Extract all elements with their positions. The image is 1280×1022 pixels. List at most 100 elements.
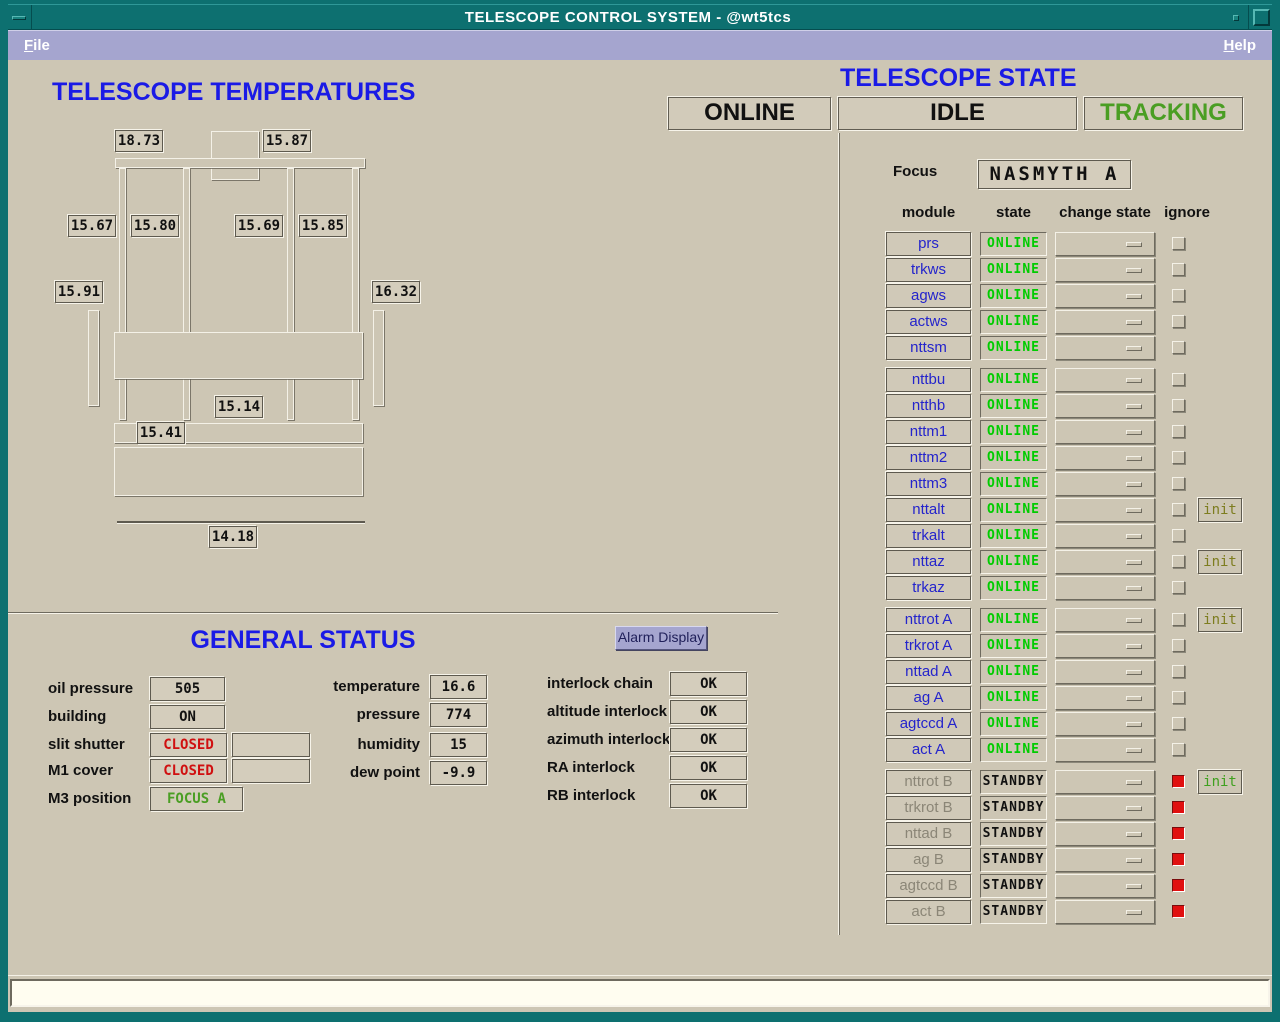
module-row: prs ONLINE xyxy=(8,232,1272,256)
module-button[interactable]: nttalt xyxy=(886,498,971,522)
ignore-checkbox[interactable] xyxy=(1172,503,1185,516)
ignore-checkbox[interactable] xyxy=(1172,555,1185,568)
module-state: ONLINE xyxy=(980,284,1047,308)
module-row: agtccd B STANDBY xyxy=(8,874,1272,898)
ignore-checkbox[interactable] xyxy=(1172,425,1185,438)
change-state-dropdown[interactable] xyxy=(1055,900,1155,924)
ignore-checkbox[interactable] xyxy=(1172,315,1185,328)
change-state-dropdown[interactable] xyxy=(1055,336,1155,360)
statusbar xyxy=(8,975,1272,1012)
message-field[interactable] xyxy=(10,979,1270,1007)
ignore-checkbox[interactable] xyxy=(1172,399,1185,412)
state-online-button[interactable]: ONLINE xyxy=(668,97,831,130)
module-button[interactable]: trkws xyxy=(886,258,971,282)
module-button[interactable]: nttbu xyxy=(886,368,971,392)
module-button[interactable]: agtccd B xyxy=(886,874,971,898)
ignore-checkbox[interactable] xyxy=(1172,373,1185,386)
dropdown-dash-icon xyxy=(1126,586,1142,591)
temperatures-title: TELESCOPE TEMPERATURES xyxy=(52,78,415,107)
status-label: altitude interlock xyxy=(547,700,667,724)
status-label: azimuth interlock xyxy=(547,728,670,752)
module-state: STANDBY xyxy=(980,874,1047,898)
module-state: ONLINE xyxy=(980,608,1047,632)
ignore-checkbox[interactable] xyxy=(1172,451,1185,464)
change-state-dropdown[interactable] xyxy=(1055,608,1155,632)
module-button[interactable]: nttaz xyxy=(886,550,971,574)
module-row: agws ONLINE xyxy=(8,284,1272,308)
module-button[interactable]: ag B xyxy=(886,848,971,872)
horizontal-separator xyxy=(8,612,778,614)
module-button[interactable]: nttm1 xyxy=(886,420,971,444)
change-state-dropdown[interactable] xyxy=(1055,822,1155,846)
ignore-checkbox[interactable] xyxy=(1172,827,1185,840)
module-state: ONLINE xyxy=(980,394,1047,418)
module-button[interactable]: ntthb xyxy=(886,394,971,418)
module-button[interactable]: trkaz xyxy=(886,576,971,600)
window-menu-button[interactable] xyxy=(8,5,32,29)
ignore-checkbox[interactable] xyxy=(1172,613,1185,626)
ignore-checkbox[interactable] xyxy=(1172,341,1185,354)
module-button[interactable]: agws xyxy=(886,284,971,308)
module-button[interactable]: nttad B xyxy=(886,822,971,846)
ignore-checkbox[interactable] xyxy=(1172,905,1185,918)
change-state-dropdown[interactable] xyxy=(1055,284,1155,308)
file-menu[interactable]: File xyxy=(14,31,60,61)
module-button[interactable]: nttsm xyxy=(886,336,971,360)
module-state: ONLINE xyxy=(980,446,1047,470)
module-button[interactable]: act B xyxy=(886,900,971,924)
change-state-dropdown[interactable] xyxy=(1055,232,1155,256)
state-tracking-button[interactable]: TRACKING xyxy=(1084,97,1243,130)
ignore-checkbox[interactable] xyxy=(1172,289,1185,302)
module-row: nttad B STANDBY xyxy=(8,822,1272,846)
module-button[interactable]: trkalt xyxy=(886,524,971,548)
module-button[interactable]: actws xyxy=(886,310,971,334)
alarm-display-button[interactable]: Alarm Display xyxy=(615,626,707,650)
change-state-dropdown[interactable] xyxy=(1055,394,1155,418)
dropdown-dash-icon xyxy=(1126,508,1142,513)
ignore-checkbox[interactable] xyxy=(1172,477,1185,490)
module-button[interactable]: nttrot A xyxy=(886,608,971,632)
status-row: RA interlock OK xyxy=(8,756,1272,780)
ignore-checkbox[interactable] xyxy=(1172,529,1185,542)
status-row: RB interlock OK xyxy=(8,784,1272,808)
module-state: ONLINE xyxy=(980,336,1047,360)
change-state-dropdown[interactable] xyxy=(1055,472,1155,496)
maximize-button[interactable] xyxy=(1248,5,1272,29)
ignore-checkbox[interactable] xyxy=(1172,639,1185,652)
change-state-dropdown[interactable] xyxy=(1055,634,1155,658)
module-state: STANDBY xyxy=(980,900,1047,924)
init-button[interactable]: init xyxy=(1198,608,1242,632)
change-state-dropdown[interactable] xyxy=(1055,258,1155,282)
help-menu[interactable]: Help xyxy=(1213,31,1266,61)
ignore-checkbox[interactable] xyxy=(1172,879,1185,892)
module-state: ONLINE xyxy=(980,232,1047,256)
module-button[interactable]: nttm2 xyxy=(886,446,971,470)
change-state-dropdown[interactable] xyxy=(1055,524,1155,548)
change-state-dropdown[interactable] xyxy=(1055,576,1155,600)
change-state-dropdown[interactable] xyxy=(1055,368,1155,392)
init-button[interactable]: init xyxy=(1198,550,1242,574)
status-value: OK xyxy=(670,728,747,752)
module-state: ONLINE xyxy=(980,576,1047,600)
ignore-checkbox[interactable] xyxy=(1172,263,1185,276)
change-state-dropdown[interactable] xyxy=(1055,848,1155,872)
module-button[interactable]: trkrot A xyxy=(886,634,971,658)
module-button[interactable]: nttm3 xyxy=(886,472,971,496)
change-state-dropdown[interactable] xyxy=(1055,550,1155,574)
change-state-dropdown[interactable] xyxy=(1055,420,1155,444)
change-state-dropdown[interactable] xyxy=(1055,446,1155,470)
change-state-dropdown[interactable] xyxy=(1055,498,1155,522)
init-button[interactable]: init xyxy=(1198,498,1242,522)
change-state-dropdown[interactable] xyxy=(1055,874,1155,898)
state-idle-button[interactable]: IDLE xyxy=(838,97,1077,130)
module-row: trkaz ONLINE xyxy=(8,576,1272,600)
dropdown-dash-icon xyxy=(1126,858,1142,863)
change-state-dropdown[interactable] xyxy=(1055,310,1155,334)
ignore-checkbox[interactable] xyxy=(1172,237,1185,250)
ignore-checkbox[interactable] xyxy=(1172,581,1185,594)
telescope-state-title: TELESCOPE STATE xyxy=(840,64,1072,93)
ignore-checkbox[interactable] xyxy=(1172,853,1185,866)
iconify-button[interactable] xyxy=(1224,5,1248,29)
status-label: interlock chain xyxy=(547,672,653,696)
module-button[interactable]: prs xyxy=(886,232,971,256)
